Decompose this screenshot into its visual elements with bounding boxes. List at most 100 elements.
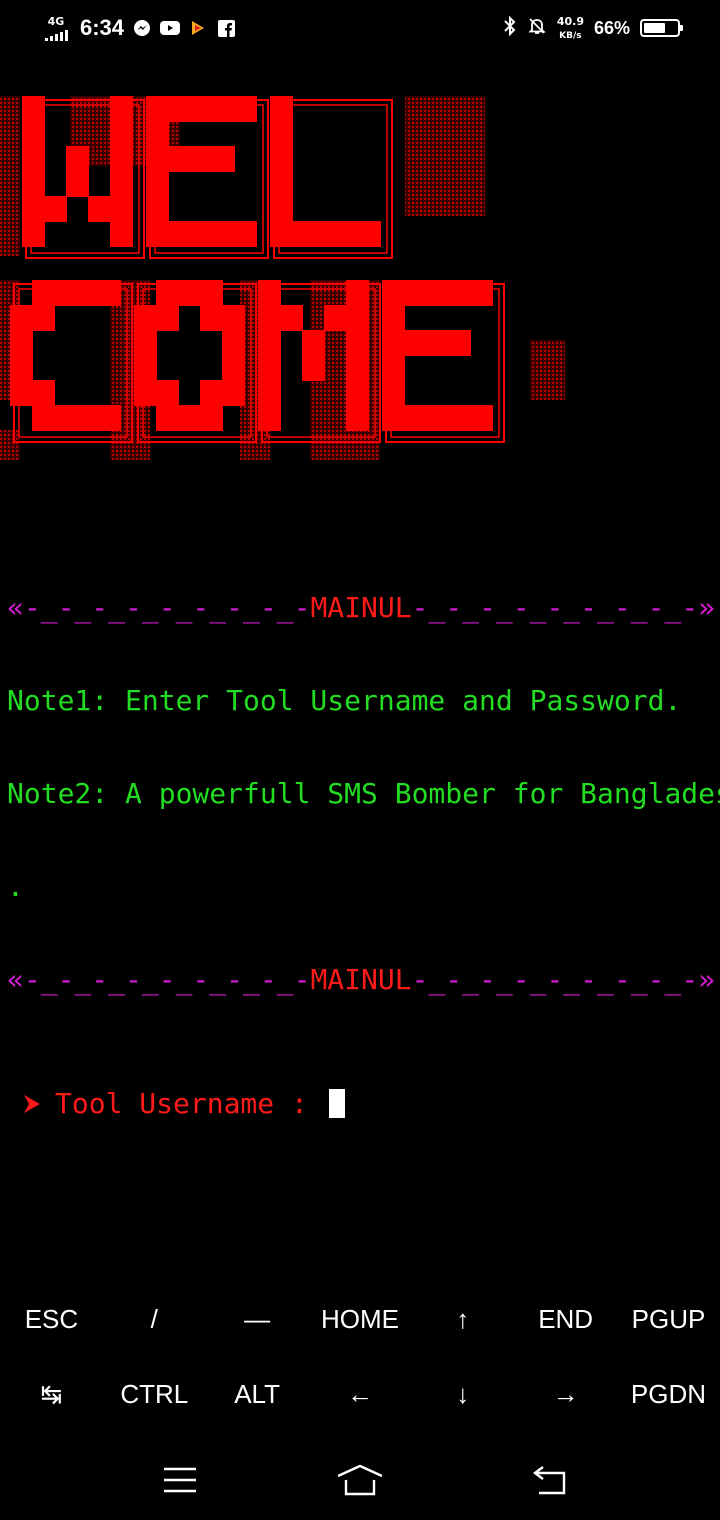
text-cursor[interactable] [328, 1089, 345, 1118]
status-bar: 4G 6:34 40.9 KB/s 66% [0, 0, 720, 56]
letter-block-l [336, 221, 359, 247]
letter-block-e [234, 221, 257, 247]
letter-block-e [382, 305, 405, 331]
letter-block-w [110, 121, 133, 147]
letter-block-e [190, 96, 213, 122]
letter-block-e [448, 405, 471, 431]
letter-block-w [66, 171, 89, 197]
letter-block-w [110, 146, 133, 172]
separator-name: MAINUL [310, 963, 412, 996]
app-icon [188, 18, 208, 38]
note2: Note2: A powerfull SMS Bomber for Bangla… [7, 777, 720, 810]
key-tab[interactable]: ↹ [0, 1357, 103, 1432]
note1: Note1: Enter Tool Username and Password. [7, 684, 682, 717]
key-slash[interactable]: / [103, 1282, 206, 1357]
prompt-arrow-icon [24, 1094, 40, 1113]
key-alt[interactable]: ALT [206, 1357, 309, 1432]
letter-block-c [54, 280, 77, 306]
letter-block-m [346, 330, 369, 356]
letter-block-e [168, 96, 191, 122]
letter-block-c [98, 405, 121, 431]
separator-left: «-_-_-_-_-_-_-_-_- [7, 963, 311, 996]
letter-block-e [470, 280, 493, 306]
signal-icon [44, 29, 68, 41]
letter-block-e [146, 196, 169, 222]
letter-block-e [212, 146, 235, 172]
key-ctrl[interactable]: CTRL [103, 1357, 206, 1432]
letter-block-e [146, 121, 169, 147]
letter-block-w [66, 146, 89, 172]
letter-block-m [258, 330, 281, 356]
separator-right: -_-_-_-_-_-_-_-_-» [411, 591, 716, 624]
letter-block-m [324, 305, 347, 331]
letter-block-c [32, 405, 55, 431]
key-esc[interactable]: ESC [0, 1282, 103, 1357]
menu-button[interactable] [150, 1458, 210, 1502]
letter-block-c [10, 380, 33, 406]
facebook-icon [216, 18, 236, 38]
letter-block-e [426, 280, 449, 306]
key-up[interactable]: ↑ [411, 1282, 514, 1357]
letter-block-e [426, 330, 449, 356]
key-pgdn[interactable]: PGDN [617, 1357, 720, 1432]
separator-left: «-_-_-_-_-_-_-_-_- [7, 591, 311, 624]
letter-block-e [190, 221, 213, 247]
network-speed-value: 40.9 [556, 15, 584, 28]
bluetooth-icon [503, 15, 517, 40]
letter-block-l [270, 146, 293, 172]
letter-block-o [178, 280, 201, 306]
letter-block-c [32, 280, 55, 306]
shade-block [405, 96, 485, 216]
letter-block-m [346, 305, 369, 331]
letter-block-m [258, 280, 281, 306]
letter-block-w [110, 221, 133, 247]
letter-block-c [10, 305, 33, 331]
letter-block-e [448, 330, 471, 356]
key-pgup[interactable]: PGUP [617, 1282, 720, 1357]
home-button[interactable] [330, 1458, 390, 1502]
letter-block-l [270, 96, 293, 122]
key-down[interactable]: ↓ [411, 1357, 514, 1432]
letter-block-c [98, 280, 121, 306]
letter-block-e [168, 221, 191, 247]
extra-keys-row-2: ↹ CTRL ALT ← ↓ → PGDN [0, 1357, 720, 1432]
letter-block-o [134, 355, 157, 381]
separator-bottom: «-_-_-_-_-_-_-_-_-MAINUL-_-_-_-_-_-_-_-_… [7, 964, 717, 995]
letter-block-w [110, 171, 133, 197]
key-left[interactable]: ← [309, 1357, 412, 1432]
home-icon [337, 1464, 383, 1496]
prompt-label: Tool Username : [55, 1087, 325, 1120]
letter-block-e [146, 221, 169, 247]
separator-name: MAINUL [310, 591, 412, 624]
letter-block-w [22, 171, 45, 197]
letter-block-l [314, 221, 337, 247]
key-home[interactable]: HOME [309, 1282, 412, 1357]
letter-block-w [44, 196, 67, 222]
letter-block-e [404, 405, 427, 431]
key-dash[interactable]: — [206, 1282, 309, 1357]
shade-block [530, 340, 565, 400]
letter-block-l [292, 221, 315, 247]
letter-block-m [258, 380, 281, 406]
back-button[interactable] [519, 1458, 579, 1502]
letter-block-w [110, 196, 133, 222]
key-right[interactable]: → [514, 1357, 617, 1432]
username-prompt[interactable]: Tool Username : [7, 1088, 717, 1119]
letter-block-m [258, 305, 281, 331]
key-end[interactable]: END [514, 1282, 617, 1357]
letter-block-c [32, 305, 55, 331]
terminal-output: «-_-_-_-_-_-_-_-_-MAINUL-_-_-_-_-_-_-_-_… [7, 530, 720, 1150]
network-type: 4G [47, 14, 65, 28]
status-left: 4G 6:34 [40, 12, 236, 44]
note2-wrap: . [7, 870, 24, 903]
letter-block-e [382, 280, 405, 306]
letter-block-m [346, 355, 369, 381]
letter-block-w [88, 196, 111, 222]
letter-block-e [190, 146, 213, 172]
letter-block-w [22, 121, 45, 147]
letter-block-e [404, 330, 427, 356]
letter-block-o [222, 305, 245, 331]
letter-block-c [76, 280, 99, 306]
letter-block-o [222, 380, 245, 406]
letter-block-c [54, 405, 77, 431]
